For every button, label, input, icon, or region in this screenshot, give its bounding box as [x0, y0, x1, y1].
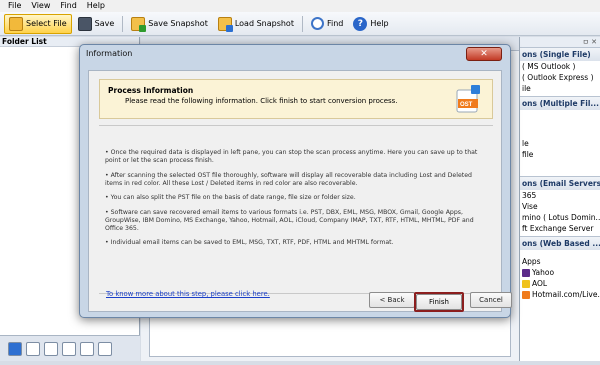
- finish-button[interactable]: Finish: [416, 294, 462, 310]
- save-button[interactable]: Save: [74, 14, 119, 34]
- svg-text:OST: OST: [460, 102, 473, 108]
- divider: [99, 125, 493, 126]
- aol-icon: [522, 279, 530, 288]
- list-item[interactable]: ft Exchange Server: [520, 223, 600, 234]
- yahoo-icon: [522, 268, 530, 277]
- select-file-button[interactable]: Select File: [4, 13, 72, 34]
- find-label: Find: [326, 19, 344, 28]
- process-info-title: Process Information: [108, 86, 194, 95]
- help-label: Help: [370, 19, 389, 28]
- menu-help[interactable]: Help: [87, 0, 105, 12]
- ost-file-icon: OST: [456, 85, 480, 113]
- help-icon: ?: [353, 16, 368, 31]
- list-item[interactable]: Yahoo: [520, 267, 600, 278]
- list-item[interactable]: 365: [520, 190, 600, 201]
- list-item[interactable]: AOL: [520, 278, 600, 289]
- list-item[interactable]: ( Outlook Express ): [520, 72, 600, 83]
- view-switcher: [0, 335, 140, 361]
- load-snapshot-icon: [217, 16, 233, 32]
- find-button[interactable]: Find: [307, 14, 347, 34]
- section-title[interactable]: ons (Multiple Fil...: [520, 97, 600, 110]
- preview-panel: [149, 313, 511, 357]
- list-item[interactable]: Hotmail.com/Live.com/Outl...: [520, 289, 600, 300]
- select-file-label: Select File: [26, 19, 67, 28]
- dialog-body: Process Information Please read the foll…: [88, 70, 502, 312]
- close-button[interactable]: ✕: [466, 47, 502, 61]
- saving-options-web-based: ons (Web Based ... Apps Yahoo AOL Hotmai…: [520, 236, 600, 300]
- menu-file[interactable]: File: [8, 0, 21, 12]
- list-item[interactable]: ( MS Outlook ): [520, 61, 600, 72]
- load-snapshot-button[interactable]: Load Snapshot: [214, 14, 298, 34]
- cancel-button[interactable]: Cancel: [470, 292, 512, 308]
- saving-options-pane: ㅁ ✕ ons (Single File) ( MS Outlook ) ( O…: [519, 37, 600, 361]
- list-item[interactable]: le: [520, 138, 600, 149]
- dialog-header: Process Information Please read the foll…: [99, 79, 493, 119]
- calendar-view-icon[interactable]: [26, 341, 40, 356]
- list-item[interactable]: mino ( Lotus Domin...: [520, 212, 600, 223]
- process-info-subtitle: Please read the following information. C…: [125, 97, 398, 105]
- section-title[interactable]: ons (Web Based ...: [520, 237, 600, 250]
- notes-view-icon[interactable]: [80, 341, 94, 356]
- load-snapshot-label: Load Snapshot: [234, 19, 294, 28]
- list-item[interactable]: Apps: [520, 256, 600, 267]
- help-button[interactable]: ? Help: [349, 14, 392, 34]
- toolbar: Select File Save Save Snapshot Load Snap…: [0, 12, 600, 36]
- section-title[interactable]: ons (Email Servers): [520, 177, 600, 190]
- list-item[interactable]: Vise: [520, 201, 600, 212]
- more-info-link[interactable]: To know more about this step, please cli…: [106, 290, 270, 298]
- information-dialog: Information ✕ Process Information Please…: [79, 44, 512, 318]
- hotmail-icon: [522, 290, 530, 299]
- bullet-item: • After scanning the selected OST file t…: [105, 171, 472, 187]
- save-label: Save: [94, 19, 115, 28]
- search-icon: [310, 17, 324, 30]
- floppy-disk-icon: [77, 16, 92, 31]
- tasks-view-icon[interactable]: [62, 341, 76, 356]
- dialog-titlebar[interactable]: Information ✕: [80, 45, 510, 63]
- bullet-item: • You can also split the PST file on the…: [105, 194, 356, 201]
- menu-bar: File View Find Help: [0, 0, 600, 12]
- section-title[interactable]: ons (Single File): [520, 48, 600, 61]
- menu-view[interactable]: View: [31, 0, 50, 12]
- menu-find[interactable]: Find: [60, 0, 76, 12]
- toolbar-separator: [301, 15, 303, 32]
- toolbar-separator: [122, 15, 124, 32]
- bullet-item: • Individual email items can be saved to…: [105, 239, 394, 246]
- information-bullets: • Once the required data is displayed in…: [105, 149, 489, 254]
- pane-pin-controls[interactable]: ㅁ ✕: [520, 37, 600, 47]
- bullet-item: • Once the required data is displayed in…: [105, 149, 478, 164]
- save-snapshot-button[interactable]: Save Snapshot: [127, 14, 212, 34]
- saving-options-multiple-files: ons (Multiple Fil... le file: [520, 96, 600, 160]
- saving-options-email-servers: ons (Email Servers) 365 Vise mino ( Lotu…: [520, 176, 600, 234]
- mail-view-icon[interactable]: [8, 341, 22, 356]
- back-button[interactable]: < Back: [369, 292, 415, 308]
- bullet-item: • Software can save recovered email item…: [105, 208, 474, 232]
- list-item[interactable]: file: [520, 149, 600, 160]
- list-item[interactable]: ile: [520, 83, 600, 94]
- folder-view-icon[interactable]: [98, 341, 112, 356]
- saving-options-single-file: ons (Single File) ( MS Outlook ) ( Outlo…: [520, 47, 600, 94]
- folder-open-icon: [9, 16, 23, 31]
- dialog-title: Information: [86, 49, 133, 58]
- contacts-view-icon[interactable]: [44, 341, 58, 356]
- save-snapshot-icon: [131, 16, 147, 32]
- save-snapshot-label: Save Snapshot: [148, 19, 208, 28]
